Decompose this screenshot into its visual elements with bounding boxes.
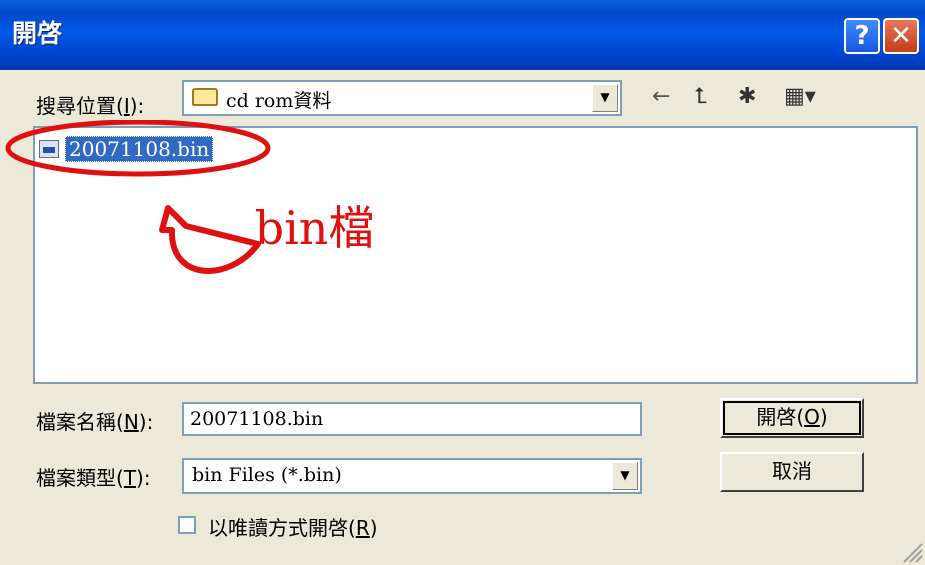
- cancel-button[interactable]: 取消: [720, 452, 864, 492]
- close-button[interactable]: ✕: [883, 18, 919, 54]
- up-folder-icon[interactable]: ⮤: [694, 84, 707, 109]
- help-button[interactable]: ?: [844, 18, 880, 54]
- back-icon[interactable]: ←: [652, 84, 670, 109]
- look-in-label: 搜尋位置(I):: [36, 94, 145, 118]
- filetype-dropdown-button[interactable]: ▼: [612, 462, 638, 490]
- new-folder-icon[interactable]: ✱: [738, 84, 756, 109]
- look-in-combo[interactable]: cd rom資料 ▼: [182, 80, 622, 116]
- folder-icon: [192, 88, 218, 106]
- filetype-label: 檔案類型(T):: [36, 466, 151, 490]
- filetype-value: bin Files (*.bin): [192, 464, 342, 486]
- filetype-combo[interactable]: bin Files (*.bin) ▼: [182, 458, 642, 494]
- resize-grip-icon[interactable]: [898, 538, 924, 564]
- look-in-value: cd rom資料: [226, 90, 332, 112]
- look-in-dropdown-button[interactable]: ▼: [592, 84, 618, 112]
- readonly-label[interactable]: 以唯讀方式開啓(R): [208, 512, 378, 541]
- highlight-ellipse: [5, 120, 271, 177]
- readonly-checkbox[interactable]: [178, 516, 196, 534]
- title-bar[interactable]: 開啓 ? ✕: [0, 0, 925, 70]
- open-button[interactable]: 開啓(O): [720, 398, 864, 438]
- open-file-dialog: 開啓 ? ✕ 搜尋位置(I): cd rom資料 ▼ ← ⮤ ✱ ▦▾ 2007…: [0, 0, 925, 565]
- filename-input[interactable]: 20071108.bin: [182, 402, 642, 436]
- filename-label: 檔案名稱(N):: [36, 410, 154, 434]
- view-menu-icon[interactable]: ▦▾: [784, 84, 816, 109]
- annotation-label: .bin檔: [240, 201, 375, 255]
- dialog-title: 開啓: [12, 19, 63, 48]
- filename-value: 20071108.bin: [190, 408, 324, 430]
